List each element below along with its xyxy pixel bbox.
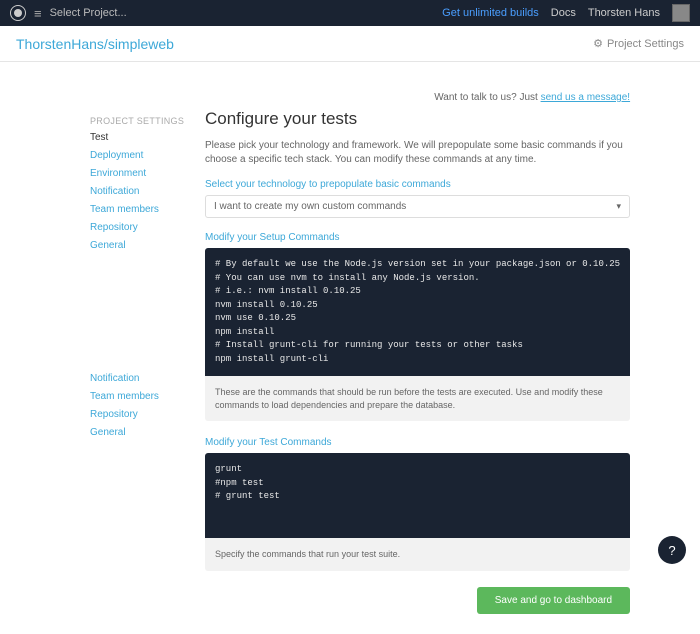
sidebar-item2-notification[interactable]: Notification — [90, 370, 185, 388]
sidebar-item-deployment[interactable]: Deployment — [90, 147, 185, 165]
project-settings-label: Project Settings — [607, 38, 684, 50]
sidebar-item-team-members[interactable]: Team members — [90, 201, 185, 219]
main: Want to talk to us? Just send us a messa… — [185, 62, 700, 634]
help-fab[interactable]: ? — [658, 536, 686, 564]
button-row: Save and go to dashboard — [205, 587, 630, 614]
test-help: Specify the commands that run your test … — [205, 538, 630, 571]
test-commands-editor[interactable]: grunt #npm test # grunt test — [205, 453, 630, 538]
setup-commands-editor[interactable]: # By default we use the Node.js version … — [205, 248, 630, 376]
content: PROJECT SETTINGS TestDeploymentEnvironme… — [0, 62, 700, 634]
logo-icon[interactable] — [10, 5, 26, 21]
setup-help: These are the commands that should be ru… — [205, 376, 630, 421]
project-settings-link[interactable]: ⚙ Project Settings — [593, 37, 684, 50]
sidebar-item-repository[interactable]: Repository — [90, 219, 185, 237]
page-title: Configure your tests — [205, 109, 630, 129]
topbar-left: ≡ Select Project... — [10, 5, 127, 21]
test-commands-label: Modify your Test Commands — [205, 437, 630, 448]
sidebar-item2-general[interactable]: General — [90, 424, 185, 442]
topbar: ≡ Select Project... Get unlimited builds… — [0, 0, 700, 26]
avatar[interactable] — [672, 4, 690, 22]
unlimited-builds-link[interactable]: Get unlimited builds — [442, 7, 539, 19]
sidebar-item-general[interactable]: General — [90, 237, 185, 255]
tech-select-value: I want to create my own custom commands — [214, 201, 406, 212]
sidebar: PROJECT SETTINGS TestDeploymentEnvironme… — [90, 62, 185, 634]
hamburger-icon[interactable]: ≡ — [34, 6, 42, 21]
user-name[interactable]: Thorsten Hans — [588, 7, 660, 19]
sidebar-item-environment[interactable]: Environment — [90, 165, 185, 183]
page-description: Please pick your technology and framewor… — [205, 139, 630, 167]
gear-icon: ⚙ — [593, 37, 603, 50]
subheader: ThorstenHans/simpleweb ⚙ Project Setting… — [0, 26, 700, 62]
sidebar-item2-team-members[interactable]: Team members — [90, 388, 185, 406]
tech-label: Select your technology to prepopulate ba… — [205, 179, 630, 190]
send-message-link[interactable]: send us a message! — [541, 92, 631, 103]
select-project-dropdown[interactable]: Select Project... — [50, 7, 127, 19]
topbar-right: Get unlimited builds Docs Thorsten Hans — [442, 4, 690, 22]
sidebar-item-notification[interactable]: Notification — [90, 183, 185, 201]
tech-select[interactable]: I want to create my own custom commands … — [205, 195, 630, 218]
talk-row: Want to talk to us? Just send us a messa… — [205, 92, 630, 103]
chevron-down-icon: ▾ — [617, 201, 622, 212]
save-button[interactable]: Save and go to dashboard — [477, 587, 630, 614]
talk-prefix: Want to talk to us? Just — [434, 92, 540, 103]
sidebar-item2-repository[interactable]: Repository — [90, 406, 185, 424]
sidebar-heading: PROJECT SETTINGS — [90, 116, 185, 126]
docs-link[interactable]: Docs — [551, 7, 576, 19]
setup-commands-label: Modify your Setup Commands — [205, 232, 630, 243]
sidebar-item-test[interactable]: Test — [90, 129, 185, 147]
breadcrumb[interactable]: ThorstenHans/simpleweb — [16, 36, 174, 52]
